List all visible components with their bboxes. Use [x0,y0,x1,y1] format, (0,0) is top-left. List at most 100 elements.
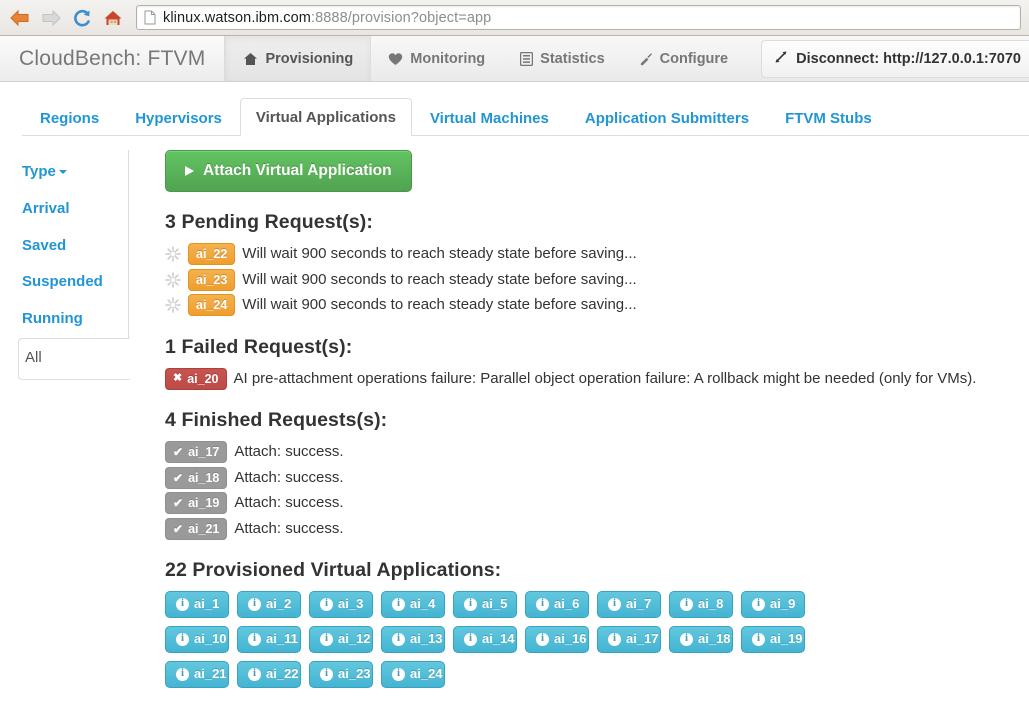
sidebar-item-suspended[interactable]: Suspended [0,264,129,301]
badge-label: ai_23 [338,665,371,681]
tab-hypervisors[interactable]: Hypervisors [117,101,240,136]
provisioned-badge[interactable]: i ai_1 [165,591,229,618]
info-icon: i [536,632,549,646]
finished-row-text: Attach: success. [234,468,344,486]
main-panel: Attach Virtual Application 3 Pending Req… [129,150,1029,688]
badge-label: ai_19 [188,496,220,511]
provisioned-badge[interactable]: i ai_18 [669,625,733,653]
provisioned-badge[interactable]: i ai_12 [309,625,373,653]
failed-section-title: 1 Failed Request(s): [165,335,353,358]
status-badge-finished[interactable]: ✔ ai_17 [165,441,228,464]
provisioned-badge[interactable]: i ai_14 [453,625,517,653]
browser-toolbar: klinux.watson.ibm.com:8888/provision?obj… [0,0,1029,36]
sidebar-item-running[interactable]: Running [0,301,129,338]
info-icon: i [464,632,477,646]
badge-label: ai_21 [188,521,220,536]
provisioned-badge[interactable]: i ai_21 [165,660,229,688]
info-icon: i [176,667,189,681]
address-bar[interactable]: klinux.watson.ibm.com:8888/provision?obj… [136,5,1021,30]
info-icon: i [680,597,693,611]
finished-row: ✔ ai_17 Attach: success. [165,441,1019,464]
provisioned-badge[interactable]: i ai_6 [525,591,589,618]
sidebar-item-type[interactable]: Type [0,154,129,191]
status-badge-finished[interactable]: ✔ ai_19 [165,492,228,515]
sidebar-item-arrival[interactable]: Arrival [0,191,129,228]
nav-item-configure[interactable]: Configure [623,36,746,81]
badge-label: ai_18 [188,470,220,485]
page-content: Type Arrival Saved Suspended Running All… [0,136,1029,688]
tab-bar-wrapper: Regions Hypervisors Virtual Applications… [0,82,1029,136]
badge-label: ai_16 [554,630,587,646]
pending-row-text: Will wait 900 seconds to reach steady st… [242,296,637,313]
attach-virtual-application-button[interactable]: Attach Virtual Application [165,150,412,192]
tab-virtual-applications[interactable]: Virtual Applications [239,98,412,136]
info-icon: i [392,667,405,681]
sidebar-item-saved[interactable]: Saved [0,228,129,265]
provisioned-badge[interactable]: i ai_24 [381,660,445,688]
check-icon: ✔ [173,445,184,460]
provisioned-badge[interactable]: i ai_8 [669,591,733,618]
provisioned-badge[interactable]: i ai_16 [525,625,589,653]
provisioned-badge[interactable]: i ai_5 [453,591,517,618]
spinner-icon [165,272,181,288]
page-icon [143,10,157,26]
provisioned-badge[interactable]: i ai_4 [381,591,445,618]
tab-ftvm-stubs[interactable]: FTVM Stubs [767,101,890,136]
nav-item-monitoring[interactable]: Monitoring [371,36,503,81]
info-icon: i [320,597,333,611]
home-icon[interactable] [101,6,125,30]
app-navbar: CloudBench: FTVM Provisioning Monitoring [0,36,1029,82]
badge-label: ai_12 [338,630,371,646]
status-badge-pending[interactable]: ai_22 [188,243,236,266]
provisioned-badge[interactable]: i ai_3 [309,591,373,618]
status-badge-pending[interactable]: ai_24 [188,294,236,317]
tab-virtual-machines[interactable]: Virtual Machines [412,101,567,136]
tab-application-submitters[interactable]: Application Submitters [567,101,767,136]
address-bar-text: klinux.watson.ibm.com:8888/provision?obj… [163,10,491,26]
badge-label: ai_23 [196,272,228,287]
provisioned-badge[interactable]: i ai_7 [597,591,661,618]
sidebar-item-all[interactable]: All [18,337,130,380]
provisioned-badge[interactable]: i ai_13 [381,625,445,653]
status-badge-finished[interactable]: ✔ ai_21 [165,517,228,540]
provisioned-badge[interactable]: i ai_10 [165,625,229,653]
nav-item-disconnect[interactable]: Disconnect: http://127.0.0.1:7070 [761,40,1029,78]
check-icon: ✔ [173,496,184,511]
provisioned-badge[interactable]: i ai_9 [741,591,805,618]
finished-row: ✔ ai_18 Attach: success. [165,466,1019,490]
spinner-icon [165,297,181,313]
provisioned-badge[interactable]: i ai_11 [237,625,301,653]
provisioned-badge[interactable]: i ai_19 [741,625,805,653]
provisioned-badge-grid: i ai_1 i ai_2 i ai_3 i ai_4 i ai_5 i ai_6 i ai_7 i ai_8… [165,591,873,688]
reload-icon[interactable] [70,6,94,30]
provisioned-badge[interactable]: i ai_22 [237,660,301,688]
info-icon: i [176,597,189,611]
nav-item-provisioning[interactable]: Provisioning [225,36,372,81]
badge-label: ai_11 [266,630,298,646]
info-icon: i [248,632,261,646]
back-arrow-icon[interactable] [8,6,32,30]
tab-bar: Regions Hypervisors Virtual Applications… [22,98,1029,136]
provisioned-badge[interactable]: i ai_23 [309,660,373,688]
badge-label: ai_22 [196,247,228,262]
provisioned-badge[interactable]: i ai_17 [597,625,661,653]
sidebar: Type Arrival Saved Suspended Running All [0,150,130,688]
pending-row: ai_24 Will wait 900 seconds to reach ste… [165,294,1019,317]
nav-item-statistics[interactable]: Statistics [503,36,622,81]
play-icon [185,166,194,176]
app-brand[interactable]: CloudBench: FTVM [0,36,226,81]
tab-regions[interactable]: Regions [22,101,117,136]
resize-arrow-icon [774,50,788,68]
info-icon: i [176,632,189,646]
provisioned-badge[interactable]: i ai_2 [237,591,301,618]
badge-label: ai_14 [482,630,515,646]
close-x-icon: ✖ [173,372,183,385]
status-badge-pending[interactable]: ai_23 [188,268,236,291]
info-icon: i [320,667,333,681]
check-icon: ✔ [173,521,184,536]
info-icon: i [536,597,549,611]
status-badge-finished[interactable]: ✔ ai_18 [165,466,228,489]
info-icon: i [608,597,621,611]
status-badge-failed[interactable]: ✖ ai_20 [165,367,227,390]
nav-item-label: Statistics [540,50,605,67]
